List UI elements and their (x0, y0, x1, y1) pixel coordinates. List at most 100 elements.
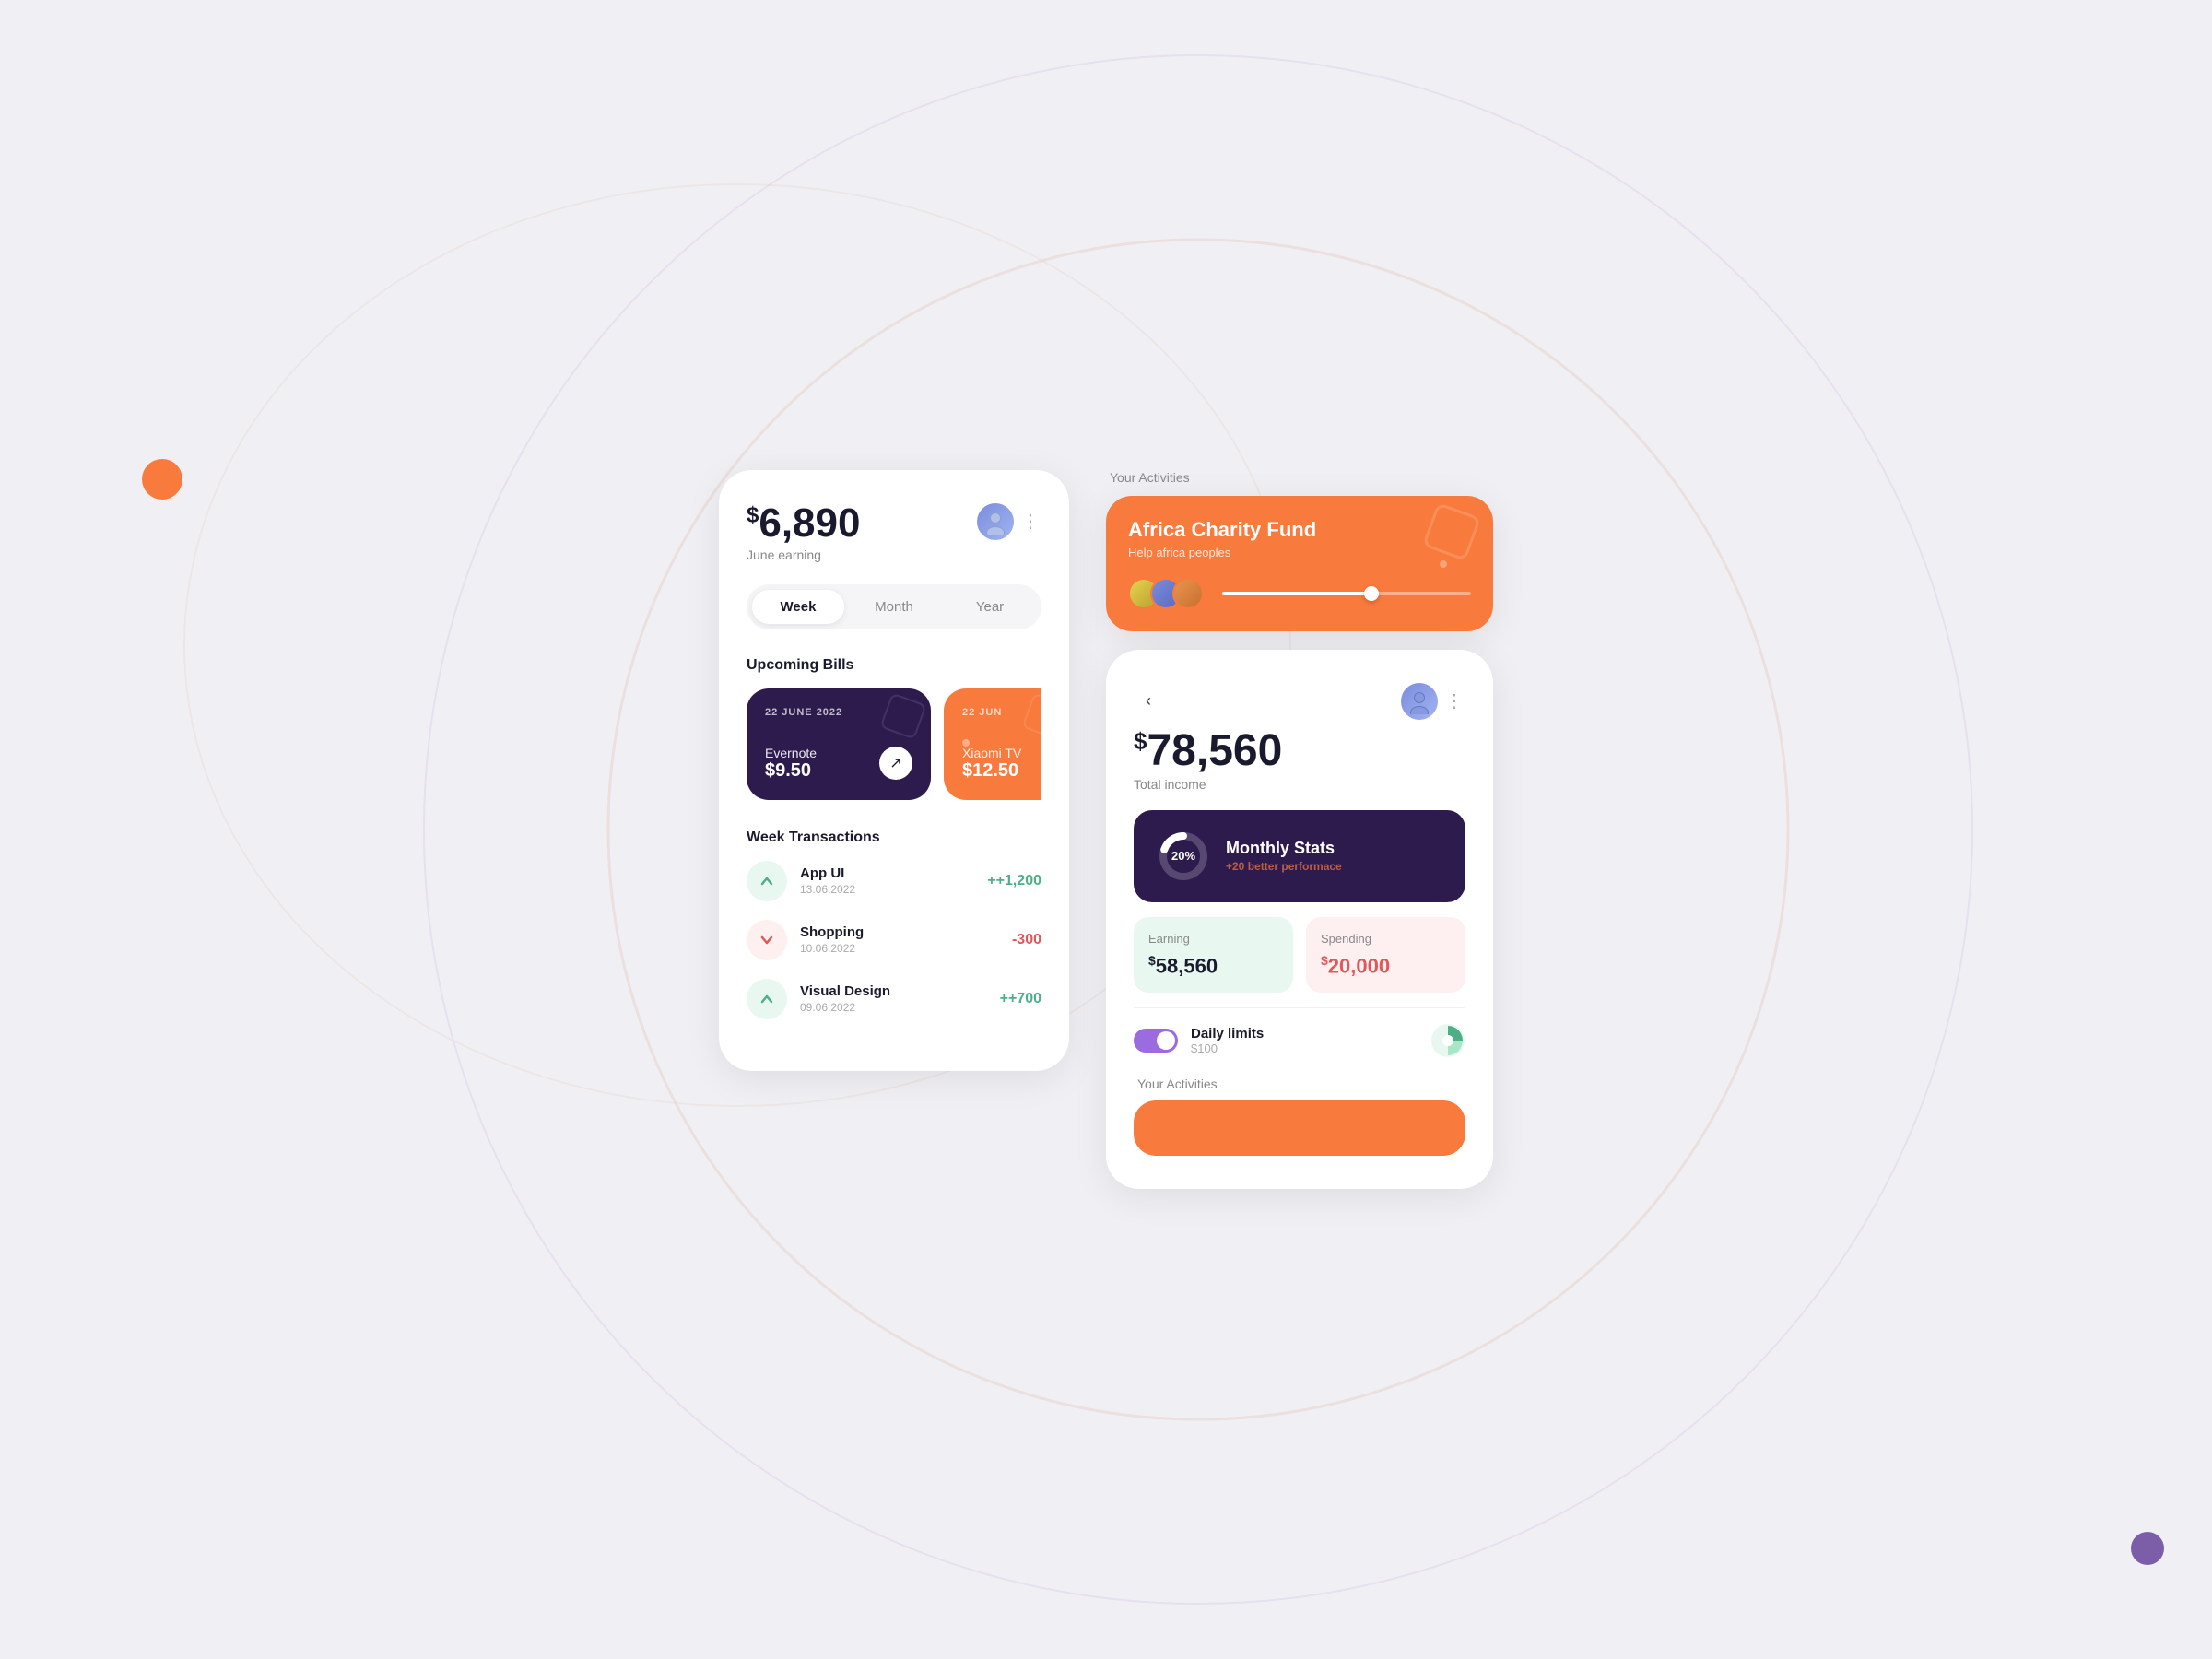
right-card-header: ‹ ⋮ (1134, 683, 1465, 720)
bill-amount-2: $12.50 (962, 760, 1021, 782)
daily-limits-toggle[interactable] (1134, 1029, 1178, 1053)
tx-icon-up (747, 861, 787, 901)
bill-date-1: 22 JUNE 2022 (765, 707, 912, 718)
progress-bar-bg (1222, 592, 1471, 595)
charity-card-wrapper: Africa Charity Fund Help africa peoples (1106, 496, 1493, 631)
earning-amount-value: 58,560 (1156, 954, 1218, 977)
tx-icon-up-2 (747, 979, 787, 1019)
bill-xiaomi[interactable]: 22 JUN Xiaomi TV $12.50 (944, 688, 1041, 800)
tx-name-2: Shopping (800, 924, 999, 940)
right-main-card: ‹ ⋮ (1106, 650, 1493, 1189)
monthly-stats: 20% Monthly Stats +20 better performace (1134, 810, 1465, 902)
toggle-wrap (1134, 1029, 1178, 1053)
daily-limits-row: Daily limits $100 (1134, 1007, 1465, 1073)
earn-spend-row: Earning $58,560 Spending $20,000 (1134, 917, 1465, 993)
donut-label: 20% (1156, 829, 1211, 884)
right-header-actions: ⋮ (1401, 683, 1465, 720)
spending-box-amount: $20,000 (1321, 953, 1451, 978)
period-tabs: Week Month Year (747, 584, 1041, 629)
total-currency: $ (1134, 727, 1147, 755)
spending-amount-value: 20,000 (1328, 954, 1390, 977)
tab-week[interactable]: Week (752, 590, 844, 624)
charity-avatar-3 (1172, 578, 1204, 609)
bill-amount-1: $9.50 (765, 760, 817, 782)
pie-icon (1430, 1023, 1465, 1058)
spending-box: Spending $20,000 (1306, 917, 1465, 993)
tab-month[interactable]: Month (848, 590, 940, 624)
upcoming-bills-label: Upcoming Bills (747, 657, 1041, 674)
tx-amount-2: -300 (1012, 932, 1041, 948)
spending-currency: $ (1321, 953, 1328, 968)
daily-title: Daily limits (1191, 1026, 1418, 1041)
tx-date-1: 13.06.2022 (800, 883, 974, 896)
bill-bottom-1: Evernote $9.50 ↗ (765, 746, 912, 782)
bill-evernote[interactable]: 22 JUNE 2022 Evernote $9.50 ↗ (747, 688, 931, 800)
daily-amount: $100 (1191, 1041, 1418, 1055)
tx-name-1: App UI (800, 865, 974, 881)
left-card: $6,890 June earning ⋮ (719, 470, 1069, 1071)
daily-info: Daily limits $100 (1191, 1026, 1418, 1055)
total-amount: $78,560 (1134, 729, 1465, 773)
stats-text: Monthly Stats +20 better performace (1226, 839, 1342, 873)
earning-currency: $ (1148, 953, 1156, 968)
total-value: 78,560 (1147, 726, 1282, 775)
stats-title: Monthly Stats (1226, 839, 1342, 858)
bill-bottom-2: Xiaomi TV $12.50 (962, 746, 1041, 782)
earning-box-label: Earning (1148, 932, 1278, 946)
avatar (977, 503, 1014, 540)
tx-info-1: App UI 13.06.2022 (800, 865, 974, 896)
transactions-label: Week Transactions (747, 830, 1041, 846)
right-avatar (1401, 683, 1438, 720)
bill-arrow-button[interactable]: ↗ (879, 747, 912, 780)
tab-year[interactable]: Year (944, 590, 1036, 624)
earning-label: June earning (747, 547, 860, 562)
bill-details-2: Xiaomi TV $12.50 (962, 746, 1021, 782)
tx-icon-down (747, 920, 787, 960)
progress-knob[interactable] (1364, 586, 1379, 601)
bill-date-2: 22 JUN (962, 707, 1041, 718)
your-activities-label: Your Activities (1134, 1077, 1465, 1091)
tx-name-3: Visual Design (800, 983, 987, 999)
orange-bottom-preview (1134, 1100, 1465, 1156)
right-avatar-image (1401, 683, 1438, 720)
tx-date-2: 10.06.2022 (800, 942, 999, 955)
earning-info: $6,890 June earning (747, 503, 860, 562)
stats-sub: +20 better performace (1226, 860, 1342, 873)
stats-sub-text: better performace (1244, 860, 1341, 873)
tx-date-3: 09.06.2022 (800, 1001, 987, 1014)
total-label: Total income (1134, 777, 1465, 792)
avatar-image (977, 503, 1014, 540)
currency-symbol: $ (747, 502, 759, 527)
bill-name-2: Xiaomi TV (962, 746, 1021, 760)
charity-footer (1128, 578, 1471, 609)
tx-amount-1: ++1,200 (987, 873, 1041, 889)
earning-box: Earning $58,560 (1134, 917, 1293, 993)
toggle-knob (1157, 1031, 1175, 1050)
activity-top-section: Your Activities Africa Charity Fund Help… (1106, 470, 1493, 631)
tx-amount-3: ++700 (1000, 991, 1041, 1007)
more-dots-button[interactable]: ⋮ (1021, 510, 1041, 533)
charity-subtitle: Help africa peoples (1128, 546, 1471, 559)
charity-dot-1 (1440, 560, 1447, 568)
right-more-dots-button[interactable]: ⋮ (1445, 689, 1465, 712)
donut-chart: 20% (1156, 829, 1211, 884)
stats-highlight: +20 (1226, 860, 1244, 873)
progress-bar (1222, 592, 1471, 595)
transaction-item: Visual Design 09.06.2022 ++700 (747, 979, 1041, 1019)
bill-name-1: Evernote (765, 746, 817, 760)
back-button[interactable]: ‹ (1134, 687, 1163, 716)
cards-wrapper: $6,890 June earning ⋮ (719, 470, 1493, 1189)
spending-box-label: Spending (1321, 932, 1451, 946)
charity-avatars (1128, 578, 1194, 609)
transaction-item: App UI 13.06.2022 ++1,200 (747, 861, 1041, 901)
bills-row: 22 JUNE 2022 Evernote $9.50 ↗ 22 JUN Xia… (747, 688, 1041, 800)
card-header: $6,890 June earning ⋮ (747, 503, 1041, 562)
earning-box-amount: $58,560 (1148, 953, 1278, 978)
tx-info-2: Shopping 10.06.2022 (800, 924, 999, 955)
progress-bar-fill (1222, 592, 1371, 595)
charity-card: Africa Charity Fund Help africa peoples (1106, 496, 1493, 631)
transaction-item: Shopping 10.06.2022 -300 (747, 920, 1041, 960)
right-side: Your Activities Africa Charity Fund Help… (1106, 470, 1493, 1189)
header-right: ⋮ (977, 503, 1041, 540)
tx-info-3: Visual Design 09.06.2022 (800, 983, 987, 1014)
